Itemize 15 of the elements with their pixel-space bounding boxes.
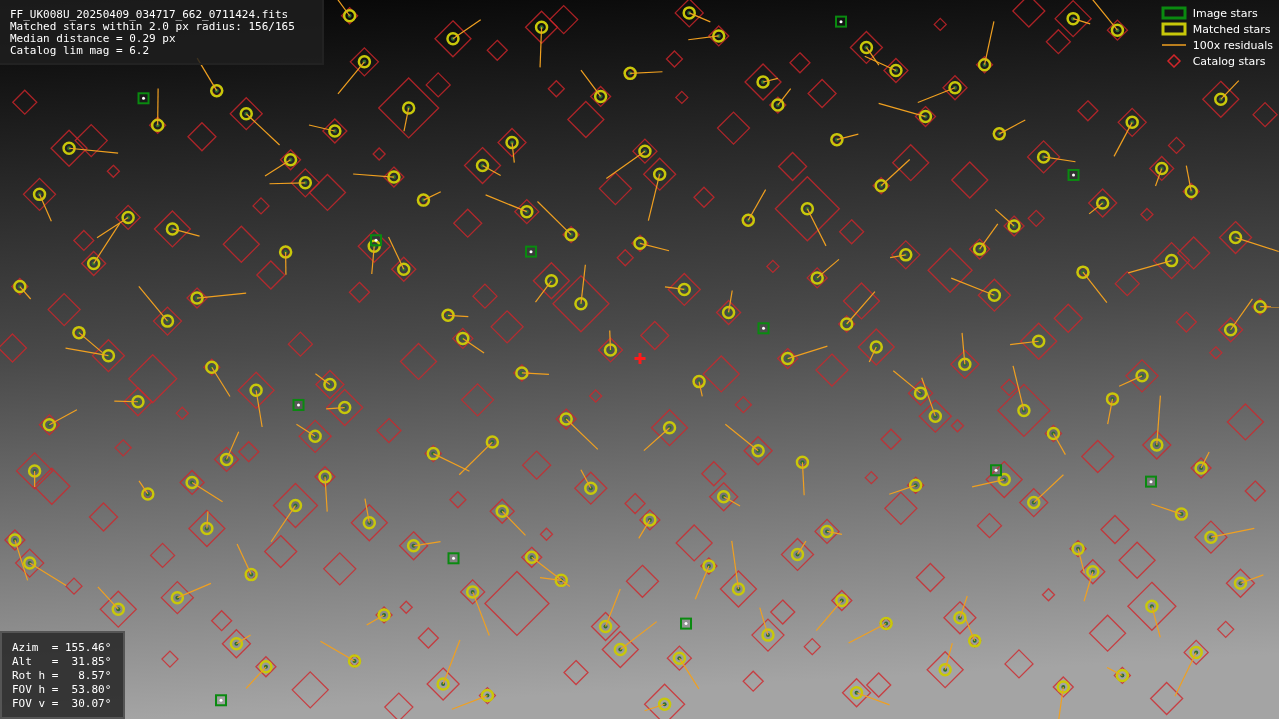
legend-label: 100x residuals [1192,38,1273,52]
pointing-text: Azim = 155.46° [12,641,113,655]
matched-star-swatch-icon [1160,22,1187,36]
legend-label: Matched stars [1192,22,1271,36]
info-text: Matched stars within 2.0 px radius: 156/165 [10,21,296,33]
legend-label: Image stars [1192,6,1258,20]
info-text: Median distance = 0.29 px [10,33,177,45]
info-text: Catalog lim mag = 6.2 [10,45,151,57]
pointing-text: Alt = 31.85° [12,655,113,669]
pointing-text: Rot h = 8.57° [12,669,113,683]
pointing-text: FOV v = 30.07° [12,697,113,711]
legend-label: Catalog stars [1192,54,1266,68]
image-star-swatch-icon [1160,6,1187,20]
info-text: FF_UK008U_20250409_034717_662_0711424.fits [10,9,290,21]
pointing-text: FOV h = 53.80° [12,683,113,697]
